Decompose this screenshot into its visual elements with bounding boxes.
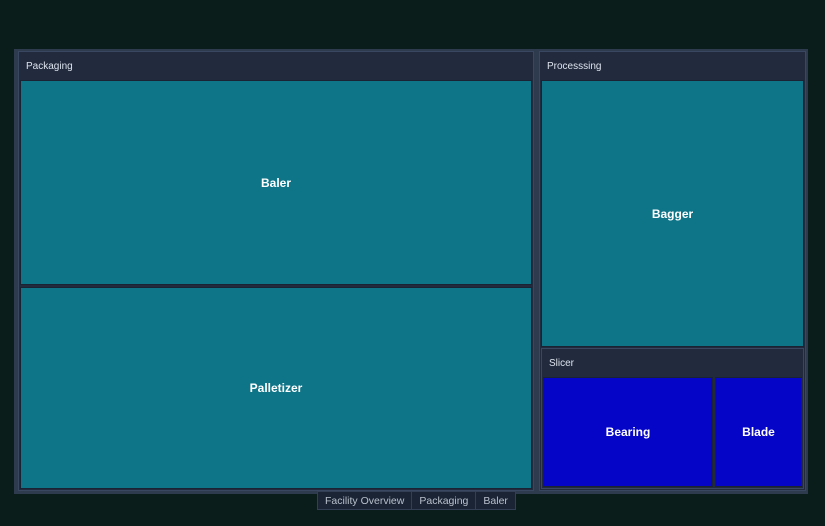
treemap-node-palletizer[interactable]: Palletizer [20, 287, 532, 489]
node-label-bagger: Bagger [651, 206, 694, 221]
breadcrumb-item-baler[interactable]: Baler [475, 491, 516, 510]
node-label-baler: Baler [260, 175, 292, 190]
treemap-node-bearing[interactable]: Bearing [543, 377, 713, 487]
group-label-slicer: Slicer [549, 358, 575, 369]
breadcrumb-item-packaging[interactable]: Packaging [411, 491, 477, 510]
group-label-processing: Processsing [547, 61, 602, 72]
node-label-blade: Blade [742, 425, 775, 439]
breadcrumb: Facility Overview Packaging Baler [317, 491, 516, 510]
node-label-palletizer: Palletizer [249, 381, 303, 395]
breadcrumb-item-facility-overview[interactable]: Facility Overview [317, 491, 413, 510]
treemap-node-bagger[interactable]: Bagger [541, 80, 804, 347]
treemap-node-baler[interactable]: Baler [20, 80, 532, 285]
group-label-packaging: Packaging [26, 61, 73, 72]
node-label-bearing: Bearing [605, 425, 651, 439]
treemap-node-blade[interactable]: Blade [715, 377, 802, 487]
